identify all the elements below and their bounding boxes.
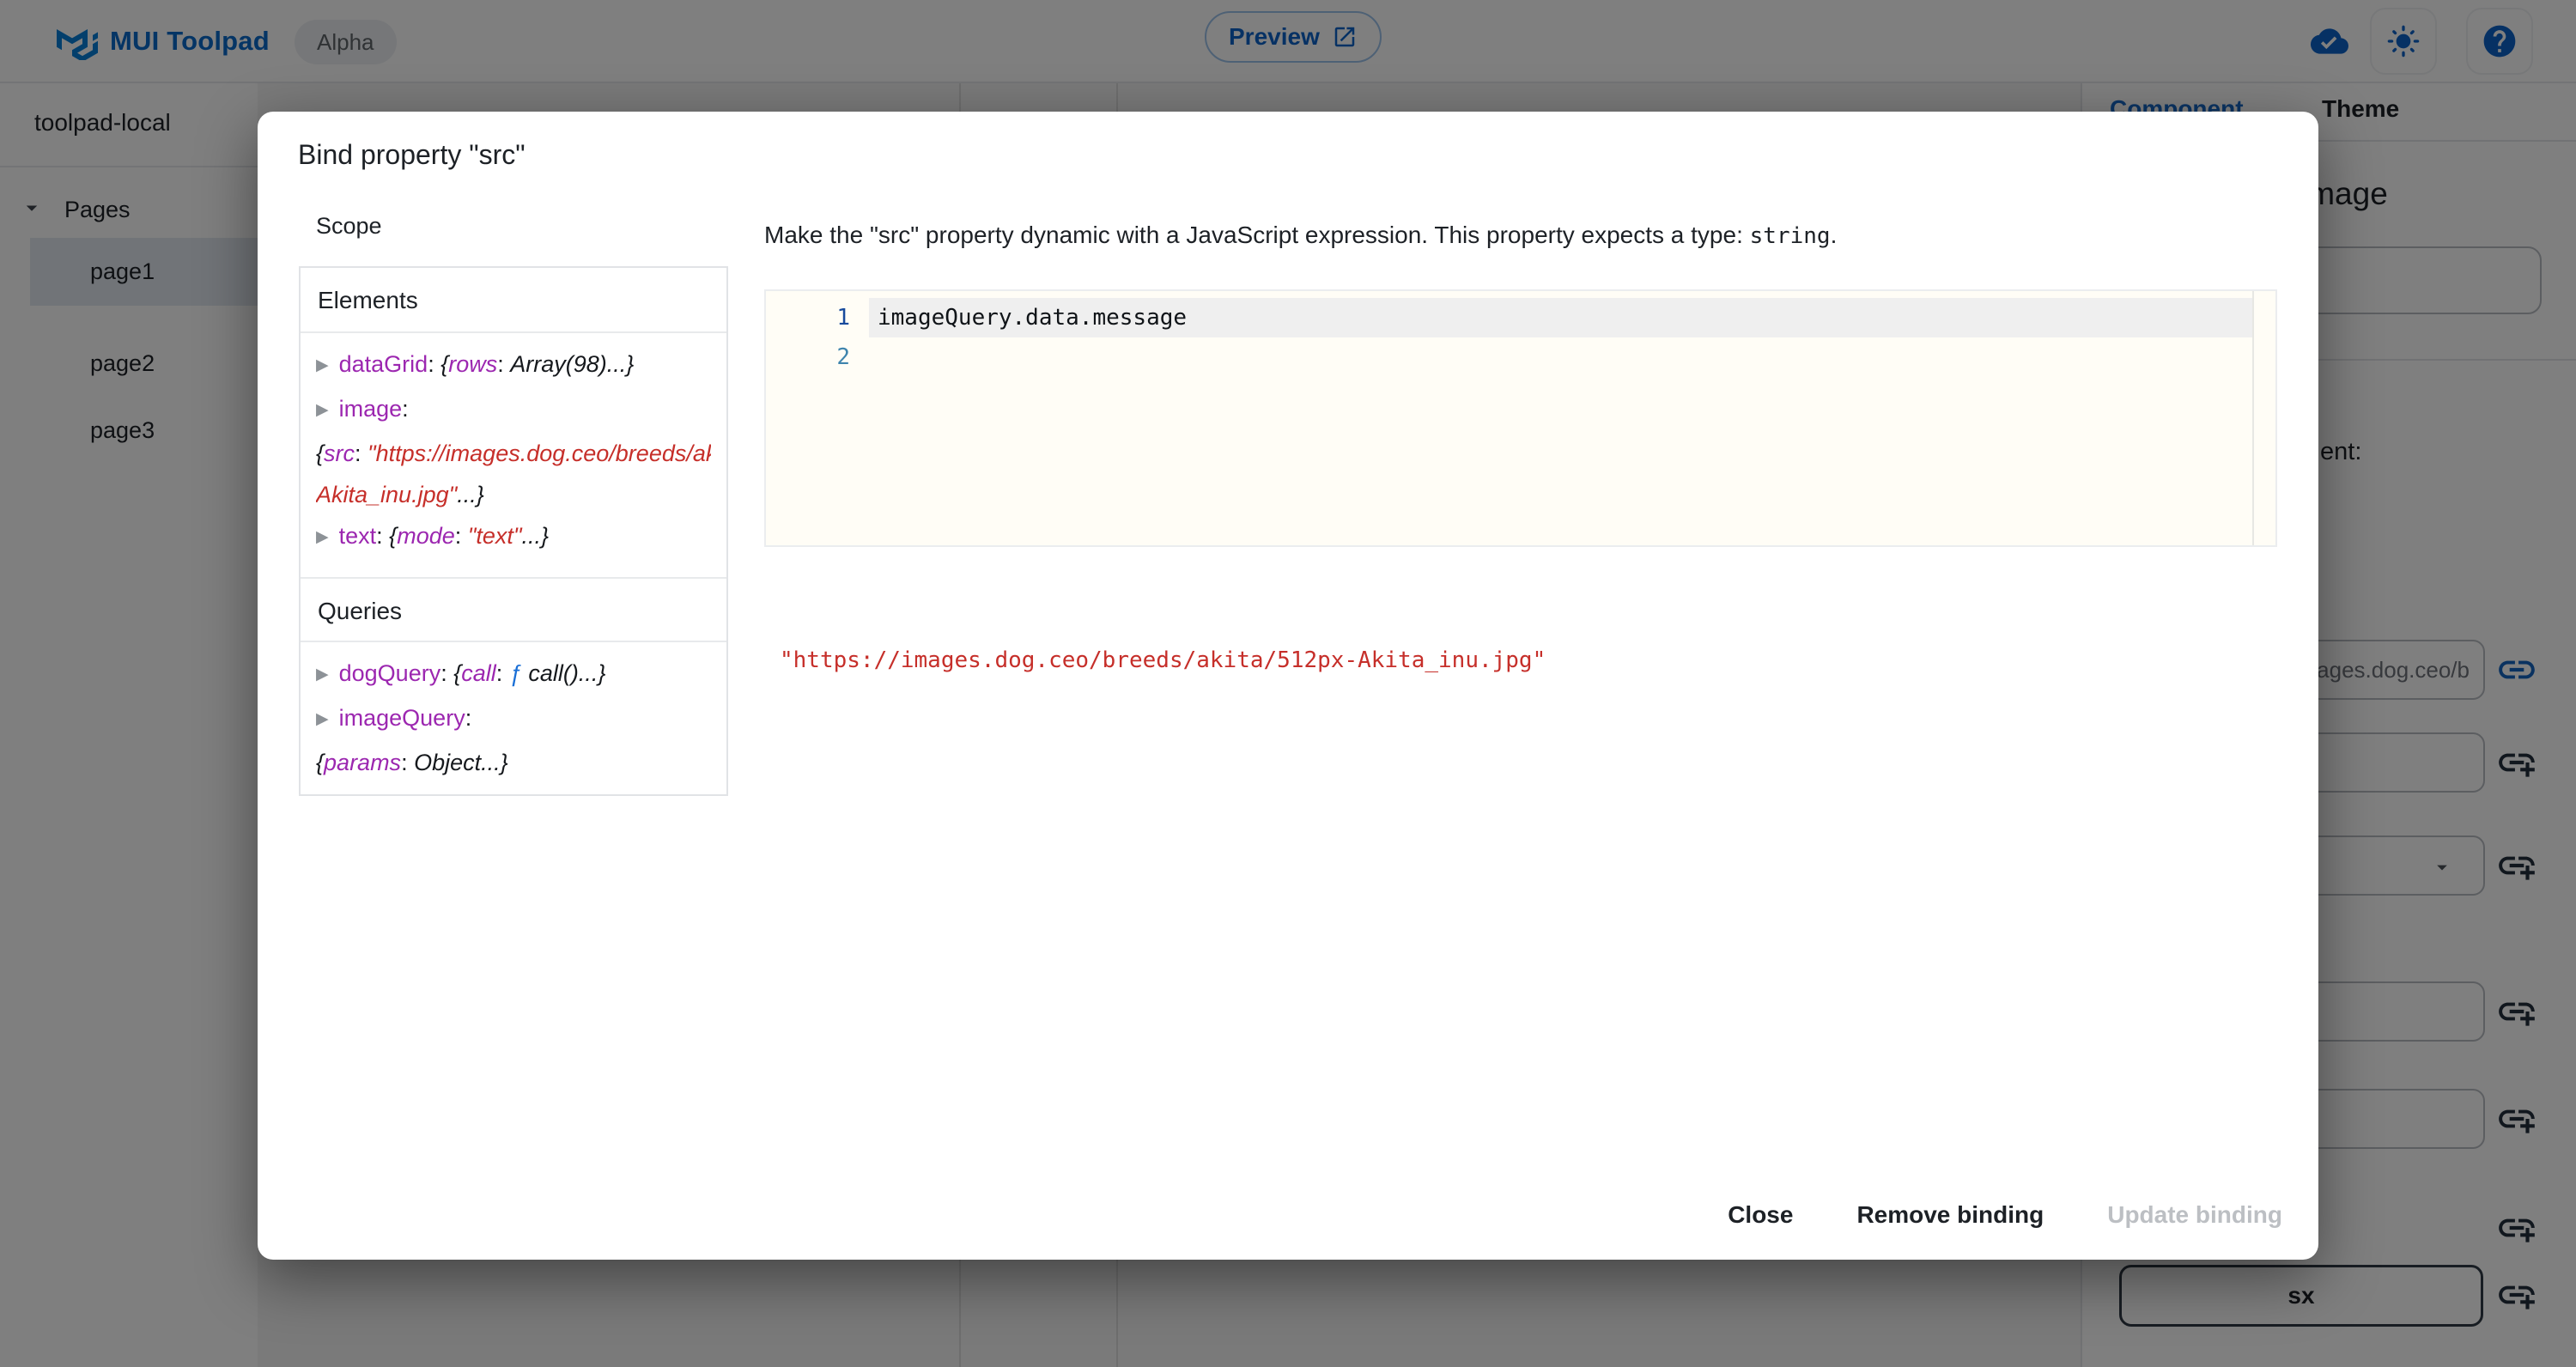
line-number: 2 xyxy=(766,337,850,377)
scope-section: Queries▶dogQuery: {call: ƒ call()...}▶im… xyxy=(301,577,726,796)
expand-arrow-icon[interactable]: ▶ xyxy=(316,345,329,386)
expand-arrow-icon[interactable]: ▶ xyxy=(316,517,329,558)
tree-segment: call()...} xyxy=(522,660,606,686)
code-text: imageQuery.data.message xyxy=(878,298,1187,337)
tree-segment: { xyxy=(316,440,324,466)
toolpad-app: MUI Toolpad Alpha Preview toolpad-local … xyxy=(0,0,2576,1367)
tree-segment: Akita_inu.jpg" xyxy=(316,482,457,507)
tree-segment: : xyxy=(428,351,440,377)
close-button[interactable]: Close xyxy=(1728,1201,1793,1229)
tree-segment: text xyxy=(339,523,377,549)
tree-segment: ƒ xyxy=(509,660,522,686)
tree-segment: { xyxy=(389,523,397,549)
editor-line[interactable]: 1 imageQuery.data.message xyxy=(766,298,2275,337)
scope-tree-item[interactable]: ▶ text: {mode: "text"...} xyxy=(316,515,711,560)
scope-tree-item[interactable]: ▶ dogQuery: {call: ƒ call()...} xyxy=(316,653,711,697)
tree-segment: : xyxy=(376,523,389,549)
tree-segment: : xyxy=(455,523,468,549)
tree-segment: Array(98)...} xyxy=(510,351,634,377)
tree-segment: { xyxy=(453,660,461,686)
tree-segment: : xyxy=(402,396,409,422)
editor-line[interactable]: 2 xyxy=(766,337,2275,377)
tree-segment: : xyxy=(465,705,472,731)
update-binding-button[interactable]: Update binding xyxy=(2107,1201,2282,1229)
scope-section: Elements▶dataGrid: {rows: Array(98)...}▶… xyxy=(301,268,726,577)
tree-segment: mode xyxy=(397,523,455,549)
tree-segment: imageQuery xyxy=(339,705,465,731)
scope-tree-item[interactable]: Akita_inu.jpg"...} xyxy=(316,474,711,515)
scope-tree-item[interactable]: ▶ image: xyxy=(316,388,711,433)
scope-section-header: Elements xyxy=(301,268,726,333)
tree-segment: "https://images.dog.ceo/breeds/akita/512… xyxy=(368,440,711,466)
tree-segment: : xyxy=(496,660,509,686)
scope-tree-item[interactable]: {params: Object...} xyxy=(316,742,711,783)
expand-arrow-icon[interactable]: ▶ xyxy=(316,699,329,740)
expand-arrow-icon[interactable]: ▶ xyxy=(316,390,329,431)
line-number: 1 xyxy=(766,298,850,337)
tree-segment: ...} xyxy=(521,523,549,549)
scope-tree: Elements▶dataGrid: {rows: Array(98)...}▶… xyxy=(299,266,728,796)
scope-tree-item[interactable]: ▶ dataGrid: {rows: Array(98)...} xyxy=(316,343,711,388)
expand-arrow-icon[interactable]: ▶ xyxy=(316,654,329,696)
evaluated-result-value: "https://images.dog.ceo/breeds/akita/512… xyxy=(780,647,1546,673)
bind-property-dialog: Bind property "src" Scope Elements ▶ dataG… xyxy=(258,112,2318,1260)
tree-segment: image xyxy=(339,396,403,422)
expected-type-code: string xyxy=(1750,223,1831,249)
dialog-footer: Close Remove binding Update binding xyxy=(1728,1201,2282,1229)
tree-segment: : xyxy=(401,750,414,775)
tree-segment: dataGrid xyxy=(339,351,428,377)
description-text: Make the "src" property dynamic with a J… xyxy=(764,222,1750,248)
tree-segment: { xyxy=(440,351,448,377)
scope-label: Scope xyxy=(316,213,382,240)
dialog-description: Make the "src" property dynamic with a J… xyxy=(764,222,1837,249)
tree-segment: rows xyxy=(448,351,497,377)
scope-section-header: Queries xyxy=(301,577,726,642)
tree-segment: src xyxy=(324,440,355,466)
tree-segment: : xyxy=(497,351,510,377)
tree-segment: { xyxy=(316,750,324,775)
expression-code-editor[interactable]: 1 imageQuery.data.message 2 xyxy=(764,289,2277,547)
tree-segment: dogQuery xyxy=(339,660,441,686)
scope-tree-item[interactable]: ▶ imageQuery: xyxy=(316,697,711,742)
tree-segment: : xyxy=(355,440,368,466)
tree-segment: Object...} xyxy=(414,750,508,775)
tree-segment: ...} xyxy=(457,482,484,507)
tree-segment: call xyxy=(461,660,496,686)
tree-segment: params xyxy=(324,750,401,775)
dialog-title: Bind property "src" xyxy=(298,139,526,171)
remove-binding-button[interactable]: Remove binding xyxy=(1856,1201,2044,1229)
description-suffix: . xyxy=(1831,222,1838,248)
tree-segment: : xyxy=(440,660,453,686)
tree-segment: "text" xyxy=(468,523,522,549)
scope-tree-item[interactable]: {src: "https://images.dog.ceo/breeds/aki… xyxy=(316,433,711,474)
